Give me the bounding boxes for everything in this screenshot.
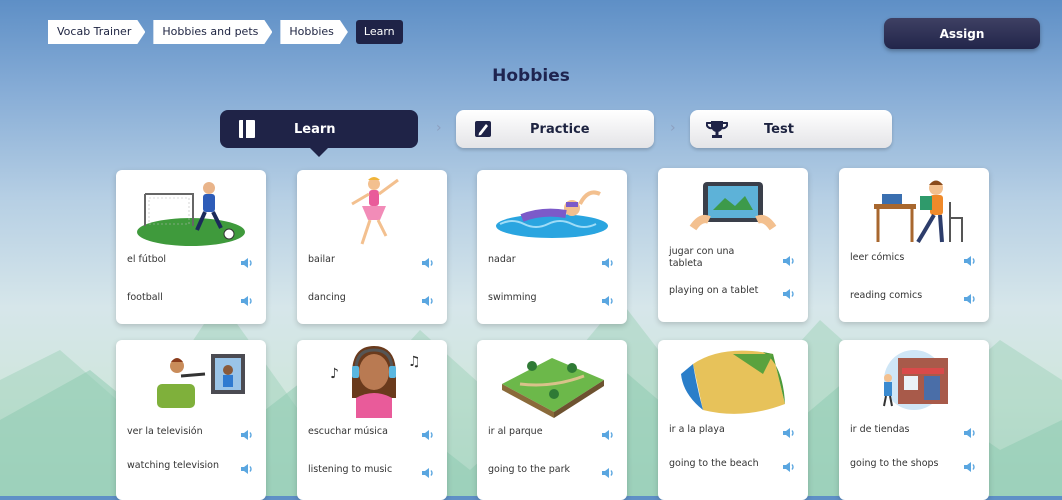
speaker-icon[interactable] [601,292,615,306]
vocab-card[interactable]: ♪ ♫ escuchar música listening to music [297,340,447,500]
speaker-icon[interactable] [782,252,796,266]
book-icon [236,118,258,140]
spanish-word: leer cómics [850,252,905,263]
reading-picture [874,180,963,244]
spanish-word: ver la televisión [127,426,203,437]
tablet-picture [689,182,777,231]
park-picture [502,358,604,418]
svg-text:♫: ♫ [408,354,421,370]
english-word: swimming [488,292,537,303]
tab-practice-label: Practice [530,121,590,137]
trophy-icon [706,118,728,140]
music-picture: ♪ ♫ [330,346,421,418]
vocab-card[interactable]: ir de tiendas going to the shops [839,340,989,500]
speaker-icon[interactable] [601,426,615,440]
vocab-card[interactable]: el fútbol football [116,170,266,324]
speaker-icon[interactable] [782,424,796,438]
svg-text:♪: ♪ [330,366,339,382]
speaker-icon[interactable] [963,458,977,472]
english-word: football [127,292,163,303]
beach-picture [681,350,785,414]
spanish-word: ir a la playa [669,424,725,435]
english-word: watching television [127,460,220,471]
tab-practice[interactable]: Practice [456,110,654,148]
vocab-card[interactable]: ir al parque going to the park [477,340,627,500]
speaker-icon[interactable] [421,426,435,440]
vocab-card[interactable]: bailar dancing [297,170,447,324]
speaker-icon[interactable] [421,464,435,478]
tab-test-label: Test [764,121,794,137]
breadcrumb: Vocab Trainer Hobbies and pets Hobbies L… [48,20,403,44]
vocab-card[interactable]: nadar swimming [477,170,627,324]
speaker-icon[interactable] [601,464,615,478]
vocab-card[interactable]: leer cómics reading comics [839,168,989,322]
breadcrumb-learn: Learn [355,20,403,44]
speaker-icon[interactable] [963,290,977,304]
page-title: Hobbies [492,66,570,86]
speaker-icon[interactable] [421,292,435,306]
chevron-right-icon: › [670,120,676,136]
english-word: going to the shops [850,458,939,469]
chevron-right-icon: › [436,120,442,136]
speaker-icon[interactable] [240,426,254,440]
tab-learn-label: Learn [294,121,336,137]
breadcrumb-vocab-trainer[interactable]: Vocab Trainer [48,20,145,44]
speaker-icon[interactable] [240,292,254,306]
english-word: reading comics [850,290,923,301]
english-word: going to the beach [669,458,759,469]
vocab-card[interactable]: jugar con una tableta playing on a table… [658,168,808,322]
speaker-icon[interactable] [963,252,977,266]
speaker-icon[interactable] [240,254,254,268]
spanish-word: el fútbol [127,254,167,265]
shops-picture [883,350,948,410]
english-word: playing on a tablet [669,285,759,296]
speaker-icon[interactable] [240,460,254,474]
english-word: listening to music [308,464,393,475]
pencil-icon [472,118,494,140]
football-picture [137,182,245,246]
swimmer-picture [496,190,608,238]
spanish-word: escuchar música [308,426,388,437]
tab-test[interactable]: Test [690,110,892,148]
vocab-card[interactable]: ver la televisión watching television [116,340,266,500]
assign-button[interactable]: Assign [884,18,1040,49]
spanish-word: nadar [488,254,516,265]
speaker-icon[interactable] [601,254,615,268]
spanish-word: bailar [308,254,335,265]
tab-learn[interactable]: Learn [220,110,418,157]
english-word: going to the park [488,464,570,475]
vocab-card[interactable]: ir a la playa going to the beach [658,340,808,500]
speaker-icon[interactable] [421,254,435,268]
breadcrumb-hobbies-and-pets[interactable]: Hobbies and pets [153,20,272,44]
speaker-icon[interactable] [963,424,977,438]
dancer-picture [351,177,399,245]
speaker-icon[interactable] [782,285,796,299]
english-word: dancing [308,292,346,303]
spanish-word: jugar con una tableta [669,246,735,269]
speaker-icon[interactable] [782,458,796,472]
television-picture [157,354,245,408]
breadcrumb-hobbies[interactable]: Hobbies [280,20,348,44]
spanish-word: ir al parque [488,426,543,437]
spanish-word: ir de tiendas [850,424,910,435]
